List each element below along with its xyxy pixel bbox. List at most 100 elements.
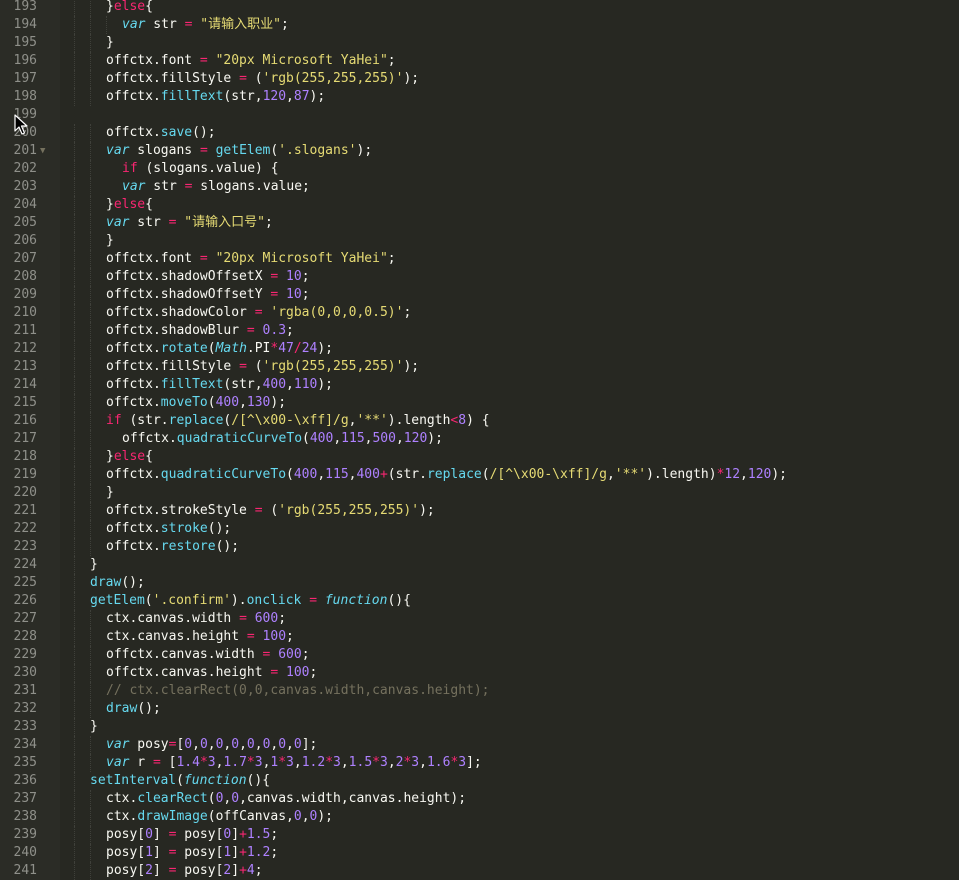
code-text: offctx.shadowColor = 'rgba(0,0,0,0.5)'; (106, 304, 411, 322)
code-line[interactable]: 235 var r = [1.4*3,1.7*3,1*3,1.2*3,1.5*3,… (0, 754, 959, 772)
code-line[interactable]: 203 var str = slogans.value; (0, 178, 959, 196)
plain-token: slogans (129, 143, 200, 158)
code-line[interactable]: 199 (0, 106, 959, 124)
plain-token: ; (301, 647, 310, 662)
number-token: 1.2 (301, 755, 326, 770)
code-line[interactable]: 217 offctx.quadraticCurveTo(400,115,500,1… (0, 430, 959, 448)
code-area[interactable]: 193}else{194 var str = "请输入职业"; 195} 196 off… (0, 0, 959, 880)
number-token: 2 (145, 863, 153, 878)
code-line[interactable]: 241 posy[2] = posy[2]+4; (0, 862, 959, 880)
code-line[interactable]: 234 var posy=[0,0,0,0,0,0,0,0]; (0, 736, 959, 754)
code-line[interactable]: 219 offctx.quadraticCurveTo(400,115,400+(… (0, 466, 959, 484)
code-line[interactable]: 230 offctx.canvas.height = 100; (0, 664, 959, 682)
indent-guide (74, 574, 75, 592)
code-text: posy[1] = posy[1]+1.2; (106, 844, 278, 862)
code-line[interactable]: 205 var str = "请输入口号"; (0, 214, 959, 232)
code-line[interactable]: 233} (0, 718, 959, 736)
code-line[interactable]: 239 posy[0] = posy[0]+1.5; (0, 826, 959, 844)
code-line[interactable]: 202 if (slogans.value) { (0, 160, 959, 178)
code-line[interactable]: 232 draw(); (0, 700, 959, 718)
plain-token: } (106, 233, 114, 248)
plain-token: offctx.fillStyle (106, 359, 240, 374)
code-line[interactable]: 240 posy[1] = posy[1]+1.2; (0, 844, 959, 862)
code-line[interactable]: 216 if (str.replace(/[^\x00-\xff]/g,'**')… (0, 412, 959, 430)
indent-guide (74, 142, 75, 160)
code-line[interactable]: 220} (0, 484, 959, 502)
code-line[interactable]: 214 offctx.fillText(str,400,110); (0, 376, 959, 394)
indent-guide (90, 826, 91, 844)
number-token: 24 (301, 341, 318, 356)
code-text: offctx.strokeStyle = ('rgb(255,255,255)'… (106, 502, 435, 520)
plain-token: ); (317, 341, 334, 356)
code-line[interactable]: 224} (0, 556, 959, 574)
number-token: 10 (286, 269, 302, 284)
plain-token: ,canvas.width,canvas.height); (239, 791, 467, 806)
plain-token: , (419, 755, 427, 770)
plain-token: posy[ (176, 827, 224, 842)
code-line[interactable]: 237 ctx.clearRect(0,0,canvas.width,canvas… (0, 790, 959, 808)
code-line[interactable]: 194 var str = "请输入职业"; (0, 16, 959, 34)
plain-token: offctx. (106, 539, 161, 554)
number-token: 500 (372, 431, 396, 446)
code-line[interactable]: 197 offctx.fillStyle = ('rgb(255,255,255)… (0, 70, 959, 88)
code-line[interactable]: 228 ctx.canvas.height = 100; (0, 628, 959, 646)
number-token: 120 (747, 467, 772, 482)
code-line[interactable]: 208 offctx.shadowOffsetX = 10; (0, 268, 959, 286)
plain-token: str (129, 215, 169, 230)
code-text: ctx.canvas.height = 100; (106, 628, 294, 646)
plain-token: ; (387, 251, 396, 266)
code-line[interactable]: 215 offctx.moveTo(400,130); (0, 394, 959, 412)
line-number: 223 (13, 539, 37, 554)
keyword-token: = (152, 755, 161, 770)
code-line[interactable]: 225 draw(); (0, 574, 959, 592)
indent-guide (90, 178, 91, 196)
fold-arrow-icon[interactable]: ▼ (40, 142, 45, 160)
plain-token: ( (246, 359, 263, 374)
indent-guide (90, 700, 91, 718)
code-line[interactable]: 238 ctx.drawImage(offCanvas,0,0); (0, 808, 959, 826)
code-line[interactable]: 206} (0, 232, 959, 250)
code-line[interactable]: 223 offctx.restore(); (0, 538, 959, 556)
code-line[interactable]: 227 ctx.canvas.width = 600; (0, 610, 959, 628)
plain-token: (slogans.value) { (137, 161, 279, 176)
indent-guide (90, 538, 91, 556)
code-line[interactable]: 236 setInterval(function(){ (0, 772, 959, 790)
code-line[interactable]: 222 offctx.stroke(); (0, 520, 959, 538)
indent-guide (74, 178, 75, 196)
indent-guide (90, 52, 91, 70)
code-line[interactable]: 200 offctx.save(); (0, 124, 959, 142)
code-line[interactable]: 231 // ctx.clearRect(0,0,canvas.width,can… (0, 682, 959, 700)
code-line[interactable]: 213 offctx.fillStyle = ('rgb(255,255,255)… (0, 358, 959, 376)
plain-token: str (145, 17, 185, 32)
indent-guide (90, 736, 91, 754)
indent-guide (90, 88, 91, 106)
code-line[interactable]: 196 offctx.font = "20px Microsoft YaHei"; (0, 52, 959, 70)
function-token: getElem (90, 593, 145, 608)
function-token: fillText (160, 89, 224, 104)
code-line[interactable]: 198 offctx.fillText(str,120,87); (0, 88, 959, 106)
plain-token: } (106, 35, 114, 50)
line-number: 204 (13, 197, 37, 212)
indent-guide (74, 250, 75, 268)
code-line[interactable]: 193}else{ (0, 0, 959, 16)
code-line[interactable]: 195} (0, 34, 959, 52)
code-line[interactable]: 221 offctx.strokeStyle = ('rgb(255,255,25… (0, 502, 959, 520)
code-line[interactable]: 218}else{ (0, 448, 959, 466)
code-editor[interactable]: 193}else{194 var str = "请输入职业"; 195} 196 off… (0, 0, 959, 880)
code-line[interactable]: 211 offctx.shadowBlur = 0.3; (0, 322, 959, 340)
plain-token: , (395, 431, 404, 446)
plain-token: ); (403, 359, 420, 374)
code-line[interactable]: 210 offctx.shadowColor = 'rgba(0,0,0,0.5)… (0, 304, 959, 322)
code-line[interactable]: 207 offctx.font = "20px Microsoft YaHei"; (0, 250, 959, 268)
code-line[interactable]: 204}else{ (0, 196, 959, 214)
code-line[interactable]: 209 offctx.shadowOffsetY = 10; (0, 286, 959, 304)
code-text: offctx.rotate(Math.PI*47/24); (106, 340, 333, 358)
code-text: offctx.quadraticCurveTo(400,115,400+(str… (106, 466, 787, 484)
code-line[interactable]: 201 ▼ var slogans = getElem('.slogans'); (0, 142, 959, 160)
code-line[interactable]: 229 offctx.canvas.width = 600; (0, 646, 959, 664)
code-line[interactable]: 226 getElem('.confirm').onclick = functio… (0, 592, 959, 610)
code-line[interactable]: 212 offctx.rotate(Math.PI*47/24); (0, 340, 959, 358)
